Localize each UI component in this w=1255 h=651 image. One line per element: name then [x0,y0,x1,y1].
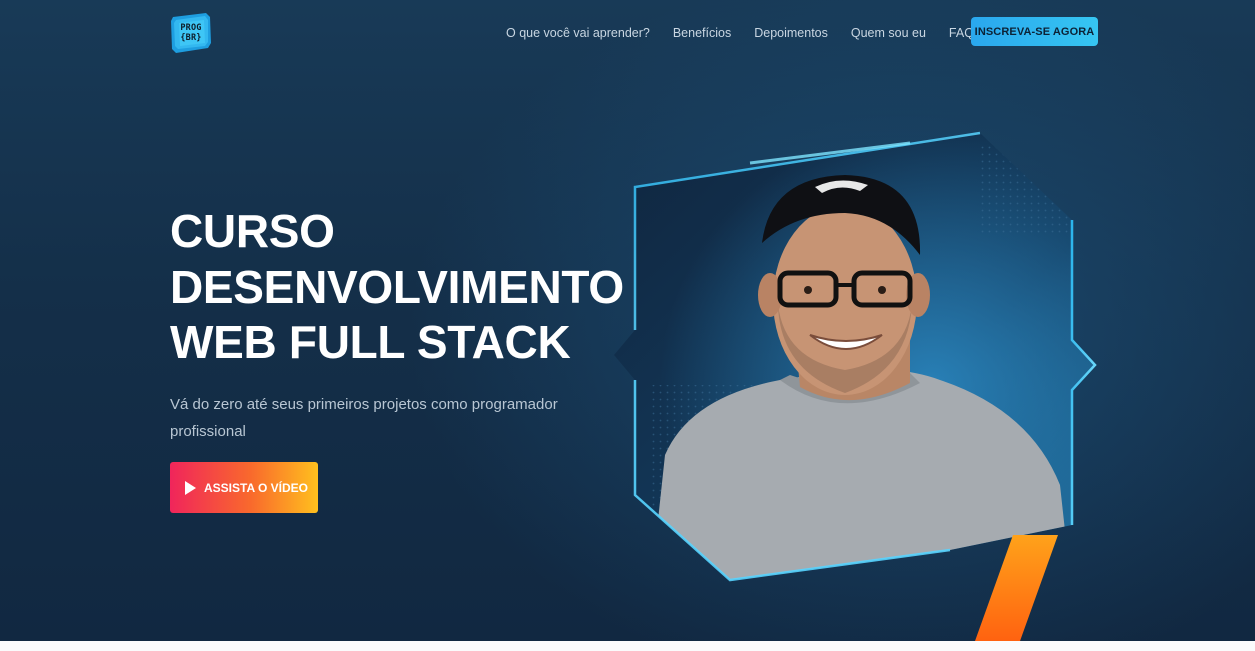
nav-item-depoimentos[interactable]: Depoimentos [754,26,828,40]
hero-title-line-3: WEB FULL STACK [170,316,571,368]
watch-video-label: ASSISTA O VÍDEO [204,480,309,495]
hero-section: PROG {BR} O que você vai aprender? Benef… [0,0,1255,641]
orange-accent-bar [975,535,1058,641]
nav-item-o-que-voce-vai-aprender[interactable]: O que você vai aprender? [506,26,650,40]
hero-title-line-2: DESENVOLVIMENTO [170,260,624,313]
instructor-portrait [614,131,1097,582]
next-section-edge [0,641,1255,651]
hero-title: CURSO DESENVOLVIMENTO WEB FULL STACK [170,204,624,371]
watch-video-button[interactable]: ASSISTA O VÍDEO [170,462,318,513]
hero-subtitle: Vá do zero até seus primeiros projetos c… [170,396,558,440]
nav-item-quem-sou-eu[interactable]: Quem sou eu [851,26,926,40]
logo-line-2: {BR} [180,33,202,43]
main-nav: O que você vai aprender? Benefícios Depo… [506,23,997,43]
nav-item-beneficios[interactable]: Benefícios [673,26,731,40]
logo-line-1: PROG [180,23,202,33]
play-icon [185,480,196,495]
prog-br-logo[interactable]: PROG {BR} [170,13,212,53]
hero-title-line-1: CURSO [170,205,335,257]
logo-text: PROG {BR} [170,13,212,53]
subscribe-now-button[interactable]: INSCREVA-SE AGORA [971,17,1098,46]
